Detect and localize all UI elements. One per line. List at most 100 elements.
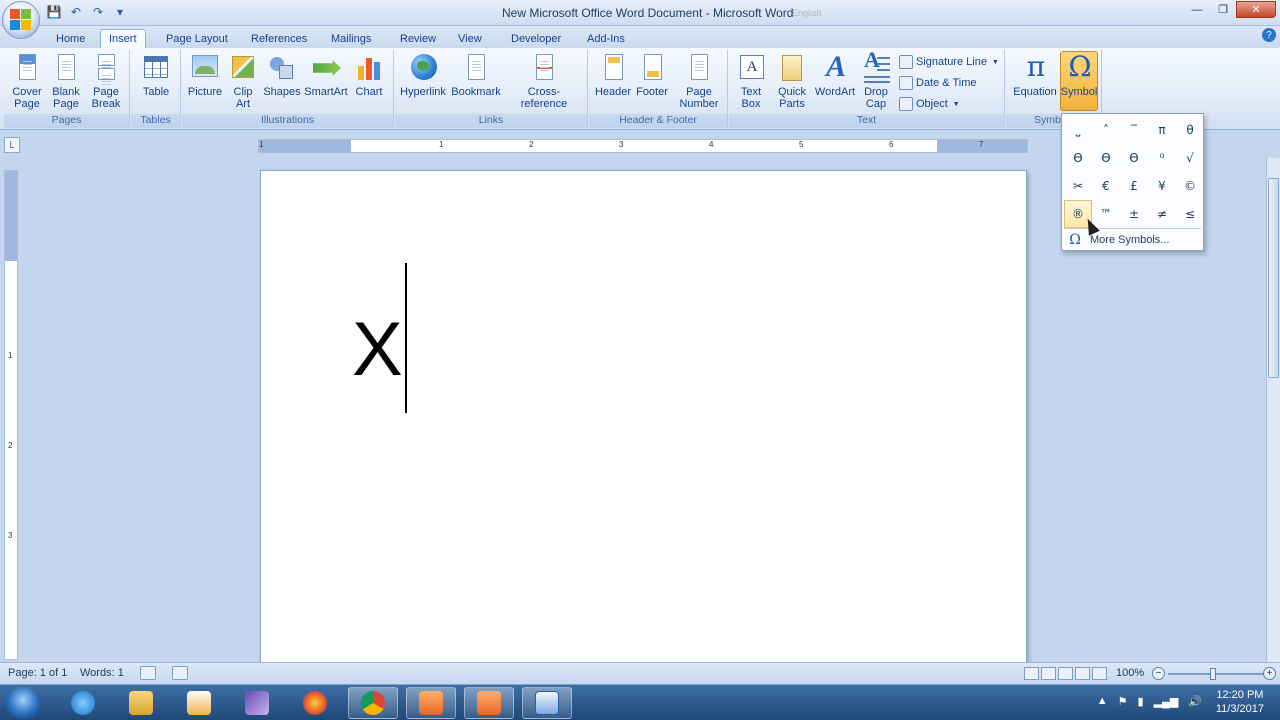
header-button[interactable]: Header bbox=[593, 52, 633, 98]
chart-button[interactable]: Chart bbox=[352, 52, 386, 98]
symbol-cell[interactable]: ϴ bbox=[1064, 144, 1092, 172]
show-hidden-icons-icon[interactable]: ▲ bbox=[1097, 695, 1108, 708]
page-count[interactable]: Page: 1 of 1 bbox=[8, 667, 67, 679]
vertical-scrollbar[interactable] bbox=[1266, 158, 1280, 662]
blank-page-button[interactable]: Blank Page bbox=[48, 52, 84, 110]
proofing-icon[interactable] bbox=[140, 666, 156, 680]
restore-icon[interactable]: ❐ bbox=[1210, 1, 1236, 18]
quick-parts-button[interactable]: Quick Parts bbox=[773, 52, 811, 110]
bookmark-button[interactable]: Bookmark bbox=[451, 52, 501, 98]
symbol-cell[interactable]: £ bbox=[1120, 172, 1148, 200]
zoom-level[interactable]: 100% bbox=[1116, 667, 1144, 679]
picture-button[interactable]: Picture bbox=[186, 52, 224, 98]
cover-page-button[interactable]: Cover Page bbox=[8, 52, 46, 110]
minimize-icon[interactable]: — bbox=[1184, 1, 1210, 18]
footer-button[interactable]: Footer bbox=[633, 52, 671, 98]
volume-icon[interactable]: 🔊 bbox=[1188, 695, 1202, 708]
tab-selector-icon[interactable]: L bbox=[4, 137, 20, 153]
undo-icon[interactable]: ↶ bbox=[68, 4, 84, 20]
symbol-cell[interactable]: ± bbox=[1120, 200, 1148, 228]
symbol-cell[interactable]: ϴ bbox=[1092, 144, 1120, 172]
network-icon[interactable]: ▂▄▆ bbox=[1154, 695, 1179, 708]
symbol-cell[interactable]: € bbox=[1092, 172, 1120, 200]
start-button[interactable] bbox=[6, 687, 40, 719]
scrollbar-thumb[interactable] bbox=[1268, 178, 1279, 378]
page-number-button[interactable]: Page Number bbox=[675, 52, 723, 110]
vertical-ruler[interactable]: 1 2 3 bbox=[4, 170, 18, 660]
web-layout-view-icon[interactable] bbox=[1058, 667, 1073, 680]
tab-view[interactable]: View bbox=[450, 29, 490, 48]
action-center-icon[interactable]: ⚑ bbox=[1118, 695, 1128, 708]
draft-view-icon[interactable] bbox=[1092, 667, 1107, 680]
taskbar-media-player[interactable] bbox=[174, 687, 224, 719]
more-symbols-item[interactable]: Ω More Symbols... bbox=[1066, 231, 1200, 249]
tab-page-layout[interactable]: Page Layout bbox=[158, 29, 236, 48]
text-box-button[interactable]: A Text Box bbox=[733, 52, 769, 110]
cross-reference-button[interactable]: Cross-reference bbox=[505, 52, 583, 110]
taskbar-visual-studio[interactable] bbox=[232, 687, 282, 719]
taskbar-chrome[interactable] bbox=[348, 687, 398, 719]
symbol-cell[interactable]: ≤ bbox=[1176, 200, 1204, 228]
symbol-cell[interactable]: ‾ bbox=[1120, 116, 1148, 144]
tab-references[interactable]: References bbox=[243, 29, 315, 48]
symbol-cell[interactable]: ≠ bbox=[1148, 200, 1176, 228]
symbol-cell[interactable]: ✂ bbox=[1064, 172, 1092, 200]
tab-mailings[interactable]: Mailings bbox=[323, 29, 379, 48]
zoom-slider-thumb[interactable] bbox=[1210, 668, 1216, 680]
document-page[interactable]: X bbox=[260, 170, 1027, 662]
drop-cap-button[interactable]: A Drop Cap bbox=[859, 49, 893, 110]
tab-review[interactable]: Review bbox=[392, 29, 444, 48]
document-text[interactable]: X bbox=[352, 305, 403, 395]
save-icon[interactable]: 💾 bbox=[46, 4, 62, 20]
hyperlink-button[interactable]: Hyperlink bbox=[399, 52, 447, 98]
taskbar-explorer[interactable] bbox=[116, 687, 166, 719]
outline-view-icon[interactable] bbox=[1075, 667, 1090, 680]
date-time-button[interactable]: Date & Time bbox=[899, 76, 977, 90]
symbol-cell[interactable]: √ bbox=[1176, 144, 1204, 172]
folder-icon bbox=[129, 691, 153, 715]
equation-button[interactable]: π Equation bbox=[1012, 52, 1058, 99]
close-icon[interactable]: ✕ bbox=[1236, 1, 1276, 18]
ruler-number: 6 bbox=[889, 140, 894, 149]
taskbar-recorder-2[interactable] bbox=[464, 687, 514, 719]
taskbar-firefox[interactable] bbox=[290, 687, 340, 719]
tab-home[interactable]: Home bbox=[48, 29, 93, 48]
zoom-in-icon[interactable]: + bbox=[1263, 667, 1276, 680]
customize-qat-icon[interactable]: ▾ bbox=[112, 4, 128, 20]
object-button[interactable]: Object ▼ bbox=[899, 97, 960, 111]
help-icon[interactable]: ? bbox=[1262, 28, 1276, 42]
symbol-cell[interactable]: π bbox=[1148, 116, 1176, 144]
full-screen-view-icon[interactable] bbox=[1041, 667, 1056, 680]
signature-line-button[interactable]: Signature Line ▼ bbox=[899, 55, 999, 69]
symbol-cell[interactable]: ϴ bbox=[1120, 144, 1148, 172]
horizontal-ruler[interactable]: 1 1 2 3 4 5 6 7 bbox=[258, 139, 1028, 153]
symbol-cell[interactable]: ¥ bbox=[1148, 172, 1176, 200]
taskbar-recorder-1[interactable] bbox=[406, 687, 456, 719]
symbol-cell[interactable]: ⁰ bbox=[1148, 144, 1176, 172]
clock[interactable]: 12:20 PM 11/3/2017 bbox=[1216, 688, 1264, 716]
wordart-button[interactable]: A WordArt bbox=[813, 52, 857, 99]
zoom-out-icon[interactable]: − bbox=[1152, 667, 1165, 680]
symbol-cell[interactable]: © bbox=[1176, 172, 1204, 200]
print-layout-view-icon[interactable] bbox=[1024, 667, 1039, 680]
tab-insert[interactable]: Insert bbox=[100, 29, 146, 48]
symbol-cell[interactable]: θ bbox=[1176, 116, 1204, 144]
symbol-cell[interactable]: ⎵ bbox=[1064, 116, 1092, 144]
tab-add-ins[interactable]: Add-Ins bbox=[579, 29, 633, 48]
power-icon[interactable]: ▮ bbox=[1138, 695, 1144, 708]
word-count[interactable]: Words: 1 bbox=[80, 667, 124, 679]
clip-art-button[interactable]: Clip Art bbox=[228, 52, 258, 110]
shapes-button[interactable]: Shapes bbox=[263, 52, 301, 98]
taskbar-ie[interactable] bbox=[58, 687, 108, 719]
page-break-button[interactable]: Page Break bbox=[88, 52, 124, 110]
smartart-button[interactable]: SmartArt bbox=[304, 52, 348, 98]
tab-developer[interactable]: Developer bbox=[503, 29, 569, 48]
table-button[interactable]: Table bbox=[139, 52, 173, 98]
symbol-cell[interactable]: ˄ bbox=[1092, 116, 1120, 144]
taskbar-word[interactable] bbox=[522, 687, 572, 719]
redo-icon[interactable]: ↷ bbox=[90, 4, 106, 20]
macro-record-icon[interactable] bbox=[172, 666, 188, 680]
zoom-slider[interactable] bbox=[1168, 673, 1268, 675]
symbol-button[interactable]: Ω Symbol bbox=[1060, 51, 1098, 111]
office-button[interactable] bbox=[2, 1, 40, 39]
